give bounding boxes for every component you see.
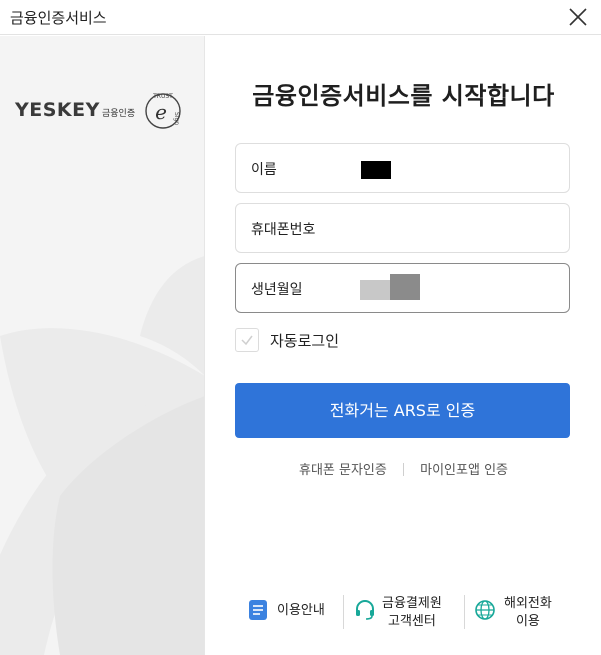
overseas-call-link[interactable]: 해외전화 이용 [474, 591, 574, 631]
phone-label: 휴대폰번호 [251, 222, 316, 238]
alternative-auth-links: 휴대폰 문자인증 마이인포앱 인증 [206, 459, 601, 478]
kftc-support-label: 금융결제원 고객센터 [382, 595, 442, 631]
check-icon [241, 335, 253, 346]
kftc-support-line1: 금융결제원 [382, 596, 442, 611]
document-icon [249, 600, 267, 620]
close-icon[interactable] [567, 6, 589, 28]
window-title: 금융인증서비스 [10, 9, 107, 27]
footer-divider [464, 595, 465, 629]
kftc-support-link[interactable]: 금융결제원 고객센터 [354, 591, 454, 631]
auth-form: 금융인증서비스를 시작합니다 이름 휴대폰번호 생년월일 자동로그인 전화거는 … [206, 36, 601, 655]
badge-side-text: Sign [173, 112, 180, 125]
logo-subtitle: 금융인증 [102, 109, 136, 119]
overseas-call-line1: 해외전화 [504, 596, 552, 611]
overseas-call-label: 해외전화 이용 [504, 595, 552, 631]
headset-icon [356, 600, 374, 620]
name-redaction [361, 161, 391, 179]
footer-divider [343, 595, 344, 629]
logo-wordmark: YESKEY [15, 99, 100, 121]
badge-letter: e [155, 100, 167, 124]
ars-auth-button[interactable]: 전화거는 ARS로 인증 [235, 383, 570, 438]
birthdate-field[interactable]: 생년월일 [235, 263, 570, 313]
birthdate-redaction-dark [390, 274, 420, 300]
yeskey-logo: YESKEY 금융인증 TRUST e Sign [15, 92, 190, 132]
trust-esign-icon: TRUST e Sign [145, 93, 181, 129]
badge-top-text: TRUST [152, 93, 173, 100]
sms-auth-link[interactable]: 휴대폰 문자인증 [299, 463, 387, 478]
footer: 이용안내 금융결제원 고객센터 해외전화 이용 [206, 591, 601, 641]
usage-guide-link[interactable]: 이용안내 [247, 591, 337, 631]
name-label: 이름 [251, 162, 277, 178]
kftc-support-line2: 고객센터 [387, 614, 436, 629]
link-divider [403, 463, 404, 476]
globe-icon [475, 600, 495, 620]
brand-panel: YESKEY 금융인증 TRUST e Sign [0, 36, 205, 655]
auto-login-label: 자동로그인 [270, 332, 340, 350]
phone-field[interactable]: 휴대폰번호 [235, 203, 570, 253]
name-field[interactable]: 이름 [235, 143, 570, 193]
title-bar: 금융인증서비스 [0, 0, 601, 35]
myinfo-app-auth-link[interactable]: 마이인포앱 인증 [420, 463, 508, 478]
usage-guide-label: 이용안내 [277, 603, 325, 618]
overseas-call-line2: 이용 [515, 614, 540, 629]
page-title: 금융인증서비스를 시작합니다 [252, 82, 555, 110]
birthdate-redaction [360, 280, 390, 300]
auto-login-checkbox[interactable] [235, 328, 259, 352]
birthdate-label: 생년월일 [251, 282, 303, 298]
